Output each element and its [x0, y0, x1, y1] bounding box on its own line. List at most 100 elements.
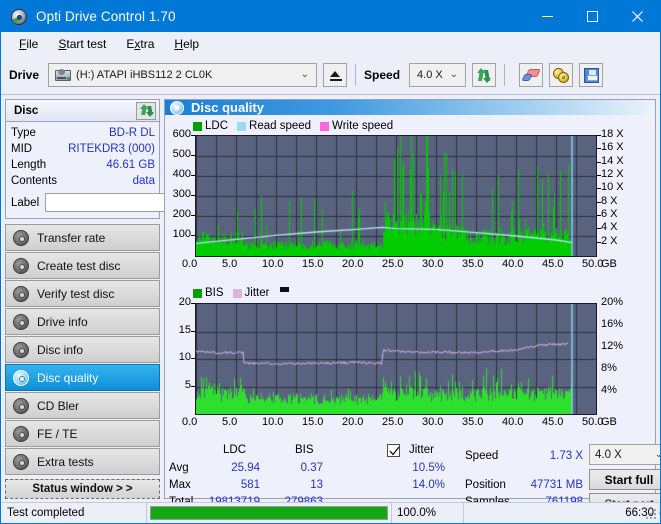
window-controls — [525, 1, 660, 32]
close-icon[interactable] — [615, 1, 660, 32]
legend-item-jitter: Jitter — [232, 287, 270, 299]
resize-grip-icon[interactable] — [645, 508, 656, 519]
menu-extra[interactable]: Extra — [116, 34, 164, 54]
stats-bis-avg: 0.37 — [300, 462, 323, 474]
legend-item-read-speed: Read speed — [237, 120, 311, 132]
disc-row-value: BD-R DL — [108, 127, 155, 139]
disc-row-key: Contents — [11, 175, 58, 187]
ldc-y2-tick: 18 X — [601, 128, 624, 140]
sidebar-item-transfer-rate[interactable]: Transfer rate — [5, 224, 160, 251]
toolbar-divider-2 — [504, 64, 506, 86]
bis-jitter-chart: BIS Jitter 5 10 15 20 4% 8% 12% 16% 20% … — [165, 286, 655, 441]
legend-swatch-read-speed — [237, 121, 247, 131]
ldc-x-tick: 15.0 — [302, 258, 324, 270]
disc-panel-header: Disc — [6, 100, 159, 122]
status-window-button[interactable]: Status window > > — [5, 479, 160, 499]
refresh-button[interactable] — [472, 63, 497, 87]
ldc-y-tick: 400 — [172, 168, 191, 180]
menu-file[interactable]: File — [9, 34, 48, 54]
ldc-x-tick: 45.0 — [542, 258, 564, 270]
stats-position-label: Position — [465, 479, 506, 491]
drive-select[interactable]: (H:) ATAPI iHBS112 2 CL0K ⌄ — [48, 63, 318, 87]
sidebar-item-drive-info[interactable]: Drive info — [5, 308, 160, 335]
axis-tick — [191, 135, 195, 136]
start-full-button[interactable]: Start full — [589, 469, 660, 490]
minimize-icon[interactable] — [525, 1, 570, 32]
disc-row-value: data — [132, 175, 155, 187]
ldc-x-tick: 5.0 — [222, 258, 238, 270]
bis-x-tick: 5.0 — [222, 416, 238, 428]
eject-button[interactable] — [323, 63, 348, 87]
ldc-x-tick: 30.0 — [422, 258, 444, 270]
legend-label-write-speed: Write speed — [332, 120, 394, 132]
bis-x-tick: 0.0 — [182, 416, 198, 428]
maximize-icon[interactable] — [570, 1, 615, 32]
axis-tick — [597, 188, 601, 190]
disc-icon — [13, 341, 29, 358]
disc-row-key: Length — [11, 159, 47, 171]
jitter-checkbox[interactable] — [387, 444, 400, 457]
stats-jitter-max: 14.0% — [412, 479, 445, 491]
disc-row-contents: Contents data — [11, 173, 155, 189]
legend-swatch-ldc — [193, 121, 202, 131]
test-speed-select[interactable]: 4.0 X ⌄ — [589, 444, 660, 465]
disc-icon — [13, 369, 29, 386]
disc-row-value: 46.61 GB — [106, 159, 155, 171]
legend-item-bis: BIS — [193, 287, 224, 299]
sidebar-item-verify-test-disc[interactable]: Verify test disc — [5, 280, 160, 307]
legend-label-read-speed: Read speed — [249, 120, 312, 132]
ldc-plot-area — [195, 135, 597, 257]
bis-y-tick: 5 — [184, 378, 191, 391]
bis-plot-area — [195, 303, 597, 415]
menu-help[interactable]: Help — [164, 34, 209, 54]
sidebar-item-disc-info[interactable]: Disc info — [5, 336, 160, 363]
legend-label-jitter: Jitter — [244, 287, 270, 299]
sidebar-item-disc-quality[interactable]: Disc quality — [5, 364, 160, 391]
elapsed-time: 66:30 — [625, 506, 654, 519]
toolbar-divider-1 — [355, 64, 357, 86]
erase-button[interactable] — [519, 63, 544, 87]
sidebar-item-cd-bler[interactable]: CD Bler — [5, 392, 160, 419]
status-bar: Test completed 100.0% 66:30 — [2, 502, 659, 523]
stats-speed-value: 1.73 X — [549, 450, 583, 462]
drive-select-value: (H:) ATAPI iHBS112 2 CL0K — [76, 69, 213, 81]
bis-y-tick: 20 — [178, 296, 191, 308]
disc-row-mid: MID RITEKDR3 (000) — [11, 141, 155, 157]
sidebar-item-label: Transfer rate — [37, 230, 106, 245]
stats-bis-max: 13 — [310, 479, 323, 491]
speed-select[interactable]: 4.0 X ⌄ — [409, 63, 467, 87]
bis-x-tick: 15.0 — [302, 416, 324, 428]
page-title: Disc quality — [191, 100, 264, 115]
stats-header-bis: BIS — [295, 444, 314, 456]
bis-x-tick: 30.0 — [422, 416, 444, 428]
save-icon — [583, 67, 599, 83]
stats-position-value: 47731 MB — [530, 479, 583, 491]
axis-tick — [191, 330, 195, 332]
sidebar-item-fe-te[interactable]: FE / TE — [5, 420, 160, 447]
ldc-y2-tick: 4 X — [601, 221, 618, 234]
axis-tick — [597, 215, 601, 216]
progress-percent: 100.0% — [392, 502, 464, 523]
axis-tick — [191, 385, 195, 387]
sidebar-item-extra-tests[interactable]: Extra tests — [5, 448, 160, 475]
disc-icon — [13, 397, 29, 414]
sidebar-item-create-test-disc[interactable]: Create test disc — [5, 252, 160, 279]
stats-header-jitter: Jitter — [409, 444, 434, 456]
ldc-y2-tick: 14 X — [601, 154, 624, 167]
bis-y2-tick: 20% — [601, 296, 624, 308]
axis-tick — [597, 148, 601, 150]
save-button[interactable] — [579, 63, 604, 87]
menu-start-test[interactable]: Start test — [48, 34, 116, 54]
toolbar: Drive (H:) ATAPI iHBS112 2 CL0K ⌄ Speed … — [1, 56, 660, 95]
ldc-x-tick: 40.0 — [502, 258, 524, 270]
refresh-icon — [476, 67, 492, 83]
stats-row-label-avg: Avg — [169, 462, 189, 474]
disc-row-key: Type — [11, 127, 36, 139]
status-message: Test completed — [2, 502, 147, 523]
discs-button[interactable] — [549, 63, 574, 87]
eject-icon — [330, 71, 341, 77]
body: Disc Type BD-R DL MID RITEKDR3 (000) Len… — [1, 95, 660, 514]
disc-refresh-button[interactable] — [136, 101, 156, 120]
progress-bar — [150, 505, 388, 520]
bis-plot-wrap: 5 10 15 20 4% 8% 12% 16% 20% 0.0 5.0 10.0 15.0 20.0… — [165, 286, 655, 441]
